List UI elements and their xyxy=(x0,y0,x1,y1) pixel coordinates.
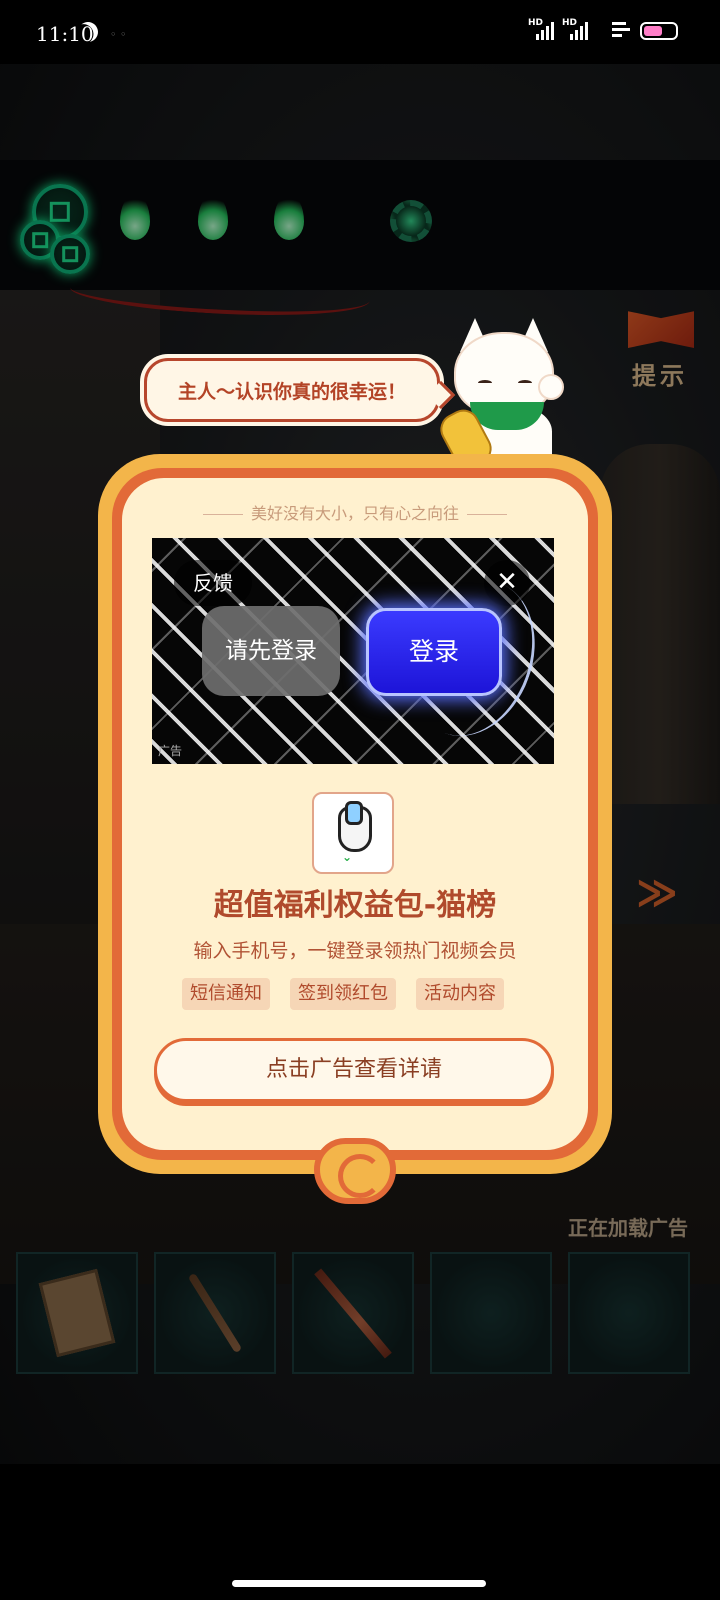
wifi-icon xyxy=(612,22,632,38)
feature-tag: 短信通知 xyxy=(182,978,270,1010)
tagline-text: 美好没有大小，只有心之向往 xyxy=(250,504,459,523)
offer-subtitle: 输入手机号，一键登录领热门视频会员 xyxy=(193,940,517,962)
battery-icon xyxy=(640,22,678,40)
view-ad-details-button[interactable]: 点击广告查看详请 xyxy=(154,1038,554,1102)
signal-strength-icon-2 xyxy=(570,20,588,40)
app-icon[interactable]: ⌄ xyxy=(312,792,394,874)
ad-close-button[interactable]: ✕ xyxy=(484,560,530,606)
home-indicator[interactable] xyxy=(232,1580,486,1587)
ad-dialog: 美好没有大小，只有心之向往 反馈 ✕ 请先登录 登录 广告 ⌄ 超值福利权益包-… xyxy=(98,454,612,1206)
dialog-knot-ornament xyxy=(314,1138,396,1204)
notification-icons: ◦ ◦ xyxy=(110,28,127,41)
offer-title: 超值福利权益包-猫榜 xyxy=(213,888,497,923)
pointing-hand-icon xyxy=(338,801,372,852)
cat-speech-bubble: 主人～认识你真的很幸运！ xyxy=(144,358,456,422)
please-login-first-label: 请先登录 xyxy=(202,606,340,696)
signal-strength-icon-1 xyxy=(536,20,554,40)
ad-banner[interactable]: 反馈 ✕ 请先登录 登录 广告 xyxy=(152,538,554,764)
dialog-tagline: 美好没有大小，只有心之向往 xyxy=(98,500,612,524)
cat-speech-text: 主人～认识你真的很幸运！ xyxy=(177,381,406,403)
feature-tags: 短信通知 签到领红包 活动内容 xyxy=(182,978,528,1010)
feature-tag: 签到领红包 xyxy=(290,978,396,1010)
ad-label: 广告 xyxy=(158,744,183,758)
cat-paw xyxy=(538,374,564,400)
login-button[interactable]: 登录 xyxy=(366,608,502,696)
ad-feedback-button[interactable]: 反馈 xyxy=(174,560,252,606)
feature-tag: 活动内容 xyxy=(416,978,504,1010)
chevron-down-icon: ⌄ xyxy=(342,850,353,864)
status-bar: 11:10 ◦ ◦ HD HD xyxy=(0,0,720,64)
lucky-cat-mascot xyxy=(434,318,574,474)
